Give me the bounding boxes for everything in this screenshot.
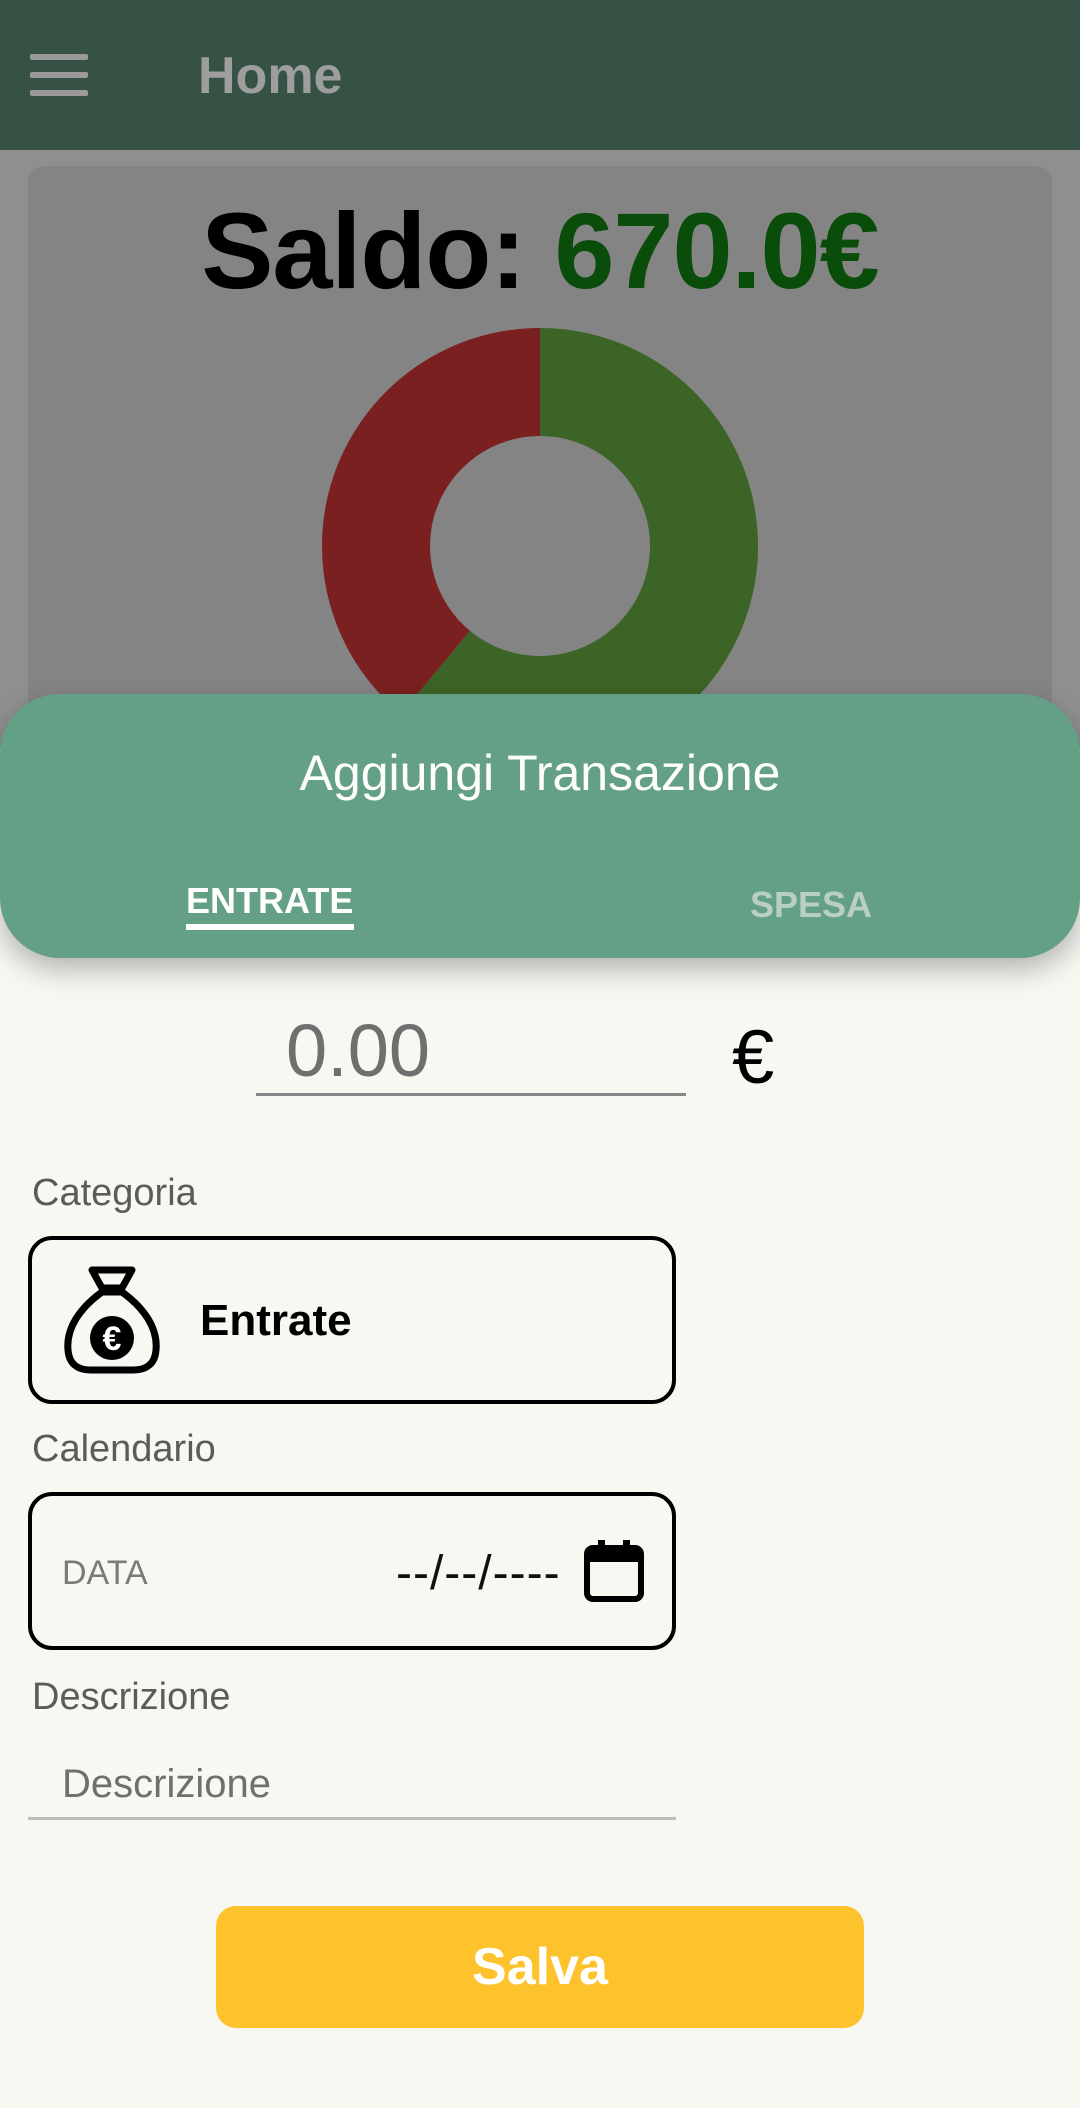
description-input[interactable] bbox=[28, 1752, 676, 1820]
svg-text:€: € bbox=[103, 1320, 122, 1358]
category-value: Entrate bbox=[200, 1296, 352, 1345]
tab-entrate[interactable]: ENTRATE bbox=[186, 880, 353, 922]
currency-symbol: € bbox=[732, 1015, 775, 1100]
category-label: Categoria bbox=[32, 1172, 197, 1214]
hamburger-menu-icon[interactable] bbox=[30, 54, 88, 96]
calendar-icon[interactable] bbox=[584, 1540, 644, 1602]
tab-spesa[interactable]: SPESA bbox=[750, 884, 872, 926]
balance-label: Saldo: bbox=[201, 190, 526, 311]
tab-selected-indicator bbox=[186, 924, 354, 930]
app-bar: Home bbox=[0, 0, 1080, 150]
amount-input[interactable] bbox=[256, 1008, 686, 1096]
balance-value: 670.0€ bbox=[554, 190, 879, 311]
sheet-title: Aggiungi Transazione bbox=[299, 745, 781, 801]
calendar-label: Calendario bbox=[32, 1428, 216, 1470]
date-picker[interactable]: DATA --/--/---- bbox=[28, 1492, 676, 1650]
page-title: Home bbox=[198, 47, 343, 105]
description-label: Descrizione bbox=[32, 1676, 231, 1718]
date-field-label: DATA bbox=[62, 1554, 148, 1592]
save-button[interactable]: Salva bbox=[216, 1906, 864, 2028]
money-bag-euro-icon: € bbox=[64, 1266, 160, 1374]
bottom-sheet-header bbox=[0, 694, 1080, 958]
date-value: --/--/---- bbox=[396, 1547, 561, 1600]
category-selector[interactable]: € Entrate bbox=[28, 1236, 676, 1404]
balance-heading: Saldo: 670.0€ bbox=[0, 188, 1080, 313]
